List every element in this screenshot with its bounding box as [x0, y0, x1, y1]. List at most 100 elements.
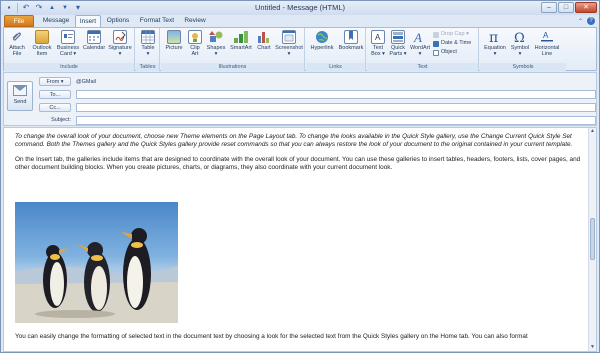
smartart-icon [234, 30, 248, 44]
outlook-item-label: Outlook Item [32, 45, 52, 57]
chart-label: Chart [257, 45, 271, 51]
group-symbols: π Equation ▾ Ω Symbol ▾ A Horizontal Lin… [480, 28, 566, 71]
svg-text:Ω: Ω [514, 31, 525, 44]
scroll-up-icon[interactable]: ▲ [589, 128, 596, 135]
scroll-down-icon[interactable]: ▼ [589, 344, 596, 351]
svg-text:A: A [413, 30, 422, 44]
body-text: To change the overall look of your docum… [15, 133, 581, 178]
shapes-label: Shapes ▾ [206, 45, 226, 57]
bookmark-icon [344, 30, 358, 44]
smartart-button[interactable]: SmartArt [228, 30, 254, 51]
symbol-label: Symbol ▾ [510, 45, 530, 57]
calendar-icon [87, 30, 101, 44]
vertical-scrollbar[interactable]: ▲ ▼ [588, 128, 596, 351]
body-paragraph-2: On the Insert tab, the galleries include… [15, 155, 581, 171]
date-time-button[interactable]: Date & Time [433, 40, 471, 47]
quick-parts-button[interactable]: Quick Parts ▾ [388, 30, 408, 57]
penguins-illustration [15, 228, 178, 323]
minimize-button[interactable]: – [541, 2, 557, 13]
body-paragraph-1: To change the overall look of your docum… [15, 133, 573, 149]
text-box-icon: A [371, 30, 385, 44]
symbol-button[interactable]: Ω Symbol ▾ [509, 30, 531, 57]
wordart-label: WordArt ▾ [409, 45, 431, 57]
signature-button[interactable]: Signature ▾ [107, 30, 133, 57]
object-button[interactable]: Object [433, 49, 457, 56]
hyperlink-button[interactable]: Hyperlink [308, 30, 336, 51]
clip-art-label: Clip Art [190, 45, 200, 57]
help-icon[interactable]: ? [587, 17, 595, 25]
message-header: Send From ▾ @GMail To... Cc... Subject: [3, 72, 597, 126]
attach-file-button[interactable]: Attach File [7, 30, 27, 57]
close-button[interactable]: ✕ [575, 2, 597, 13]
to-button[interactable]: To... [39, 90, 71, 99]
tab-row-right: ⌃ ? [578, 17, 595, 25]
horizontal-line-button[interactable]: A Horizontal Line [532, 30, 562, 57]
table-button[interactable]: Table ▾ [139, 30, 157, 57]
from-button[interactable]: From ▾ [39, 77, 71, 86]
calendar-button[interactable]: Calendar [82, 30, 106, 51]
business-card-icon [61, 30, 75, 44]
quick-parts-icon [391, 30, 405, 44]
outlook-message-window: ▪ ↶ ↷ ▲ ▼ ▾ Untitled - Message (HTML) – … [0, 0, 600, 353]
svg-text:π: π [489, 30, 498, 44]
omega-icon: Ω [513, 30, 527, 46]
equation-button[interactable]: π Equation ▾ [482, 30, 508, 57]
picture-button[interactable]: Picture [163, 30, 185, 51]
chart-button[interactable]: Chart [255, 30, 273, 51]
subject-label: Subject: [51, 117, 71, 123]
group-tables: Table ▾ Tables [136, 28, 160, 71]
body-paragraph-3: You can easily change the formatting of … [15, 333, 528, 340]
group-include: Attach File Outlook Item Business Card ▾… [4, 28, 135, 71]
tab-file[interactable]: File [4, 15, 34, 27]
picture-label: Picture [165, 45, 183, 51]
group-links-label: Links [306, 63, 365, 71]
send-envelope-icon [13, 85, 27, 96]
clip-art-button[interactable]: Clip Art [186, 30, 204, 57]
tab-format-text[interactable]: Format Text [137, 15, 177, 27]
business-card-button[interactable]: Business Card ▾ [55, 30, 81, 57]
send-button[interactable]: Send [7, 81, 33, 111]
to-field[interactable] [76, 90, 596, 99]
penguins-picture[interactable] [15, 202, 178, 323]
bookmark-label: Bookmark [338, 45, 364, 51]
screenshot-label: Screenshot ▾ [275, 45, 303, 57]
signature-label: Signature ▾ [108, 45, 132, 57]
equation-label: Equation ▾ [484, 45, 506, 57]
hyperlink-label: Hyperlink [310, 45, 334, 51]
drop-cap-button[interactable]: Drop Cap ▾ [433, 31, 469, 38]
minimize-ribbon-icon[interactable]: ⌃ [578, 18, 583, 25]
date-time-label: Date & Time [441, 40, 472, 46]
title-bar: ▪ ↶ ↷ ▲ ▼ ▾ Untitled - Message (HTML) – … [1, 1, 599, 15]
wordart-button[interactable]: A WordArt ▾ [409, 30, 431, 57]
tab-insert[interactable]: Insert [75, 15, 101, 27]
picture-icon [167, 30, 181, 44]
group-include-label: Include [4, 63, 134, 71]
tab-message[interactable]: Message [39, 15, 73, 27]
quick-parts-label: Quick Parts ▾ [389, 45, 407, 57]
drop-cap-icon [433, 31, 439, 38]
group-text: A Text Box ▾ Quick Parts ▾ A WordArt ▾ D… [367, 28, 479, 71]
subject-field[interactable] [76, 116, 596, 125]
group-links: Hyperlink Bookmark Links [306, 28, 366, 71]
outlook-item-button[interactable]: Outlook Item [30, 30, 54, 57]
attach-file-label: Attach File [9, 45, 25, 57]
bookmark-button[interactable]: Bookmark [337, 30, 365, 51]
maximize-button[interactable]: □ [558, 2, 574, 13]
scroll-thumb[interactable] [590, 218, 595, 260]
signature-icon [113, 30, 127, 44]
window-controls: – □ ✕ [541, 2, 597, 13]
cc-field[interactable] [76, 103, 596, 112]
message-body[interactable]: To change the overall look of your docum… [3, 127, 597, 352]
from-value: @GMail [76, 79, 96, 85]
window-title: Untitled - Message (HTML) [254, 3, 346, 12]
screenshot-button[interactable]: Screenshot ▾ [274, 30, 304, 57]
horizontal-line-label: Horizontal Line [534, 45, 560, 57]
ribbon-tabs: File Message Insert Options Format Text … [1, 15, 599, 27]
shapes-button[interactable]: Shapes ▾ [205, 30, 227, 57]
tab-review[interactable]: Review [181, 15, 209, 27]
tab-options[interactable]: Options [103, 15, 133, 27]
wordart-icon: A [413, 30, 427, 45]
cc-button[interactable]: Cc... [39, 103, 71, 112]
text-box-button[interactable]: A Text Box ▾ [369, 30, 387, 57]
table-icon [141, 30, 155, 44]
